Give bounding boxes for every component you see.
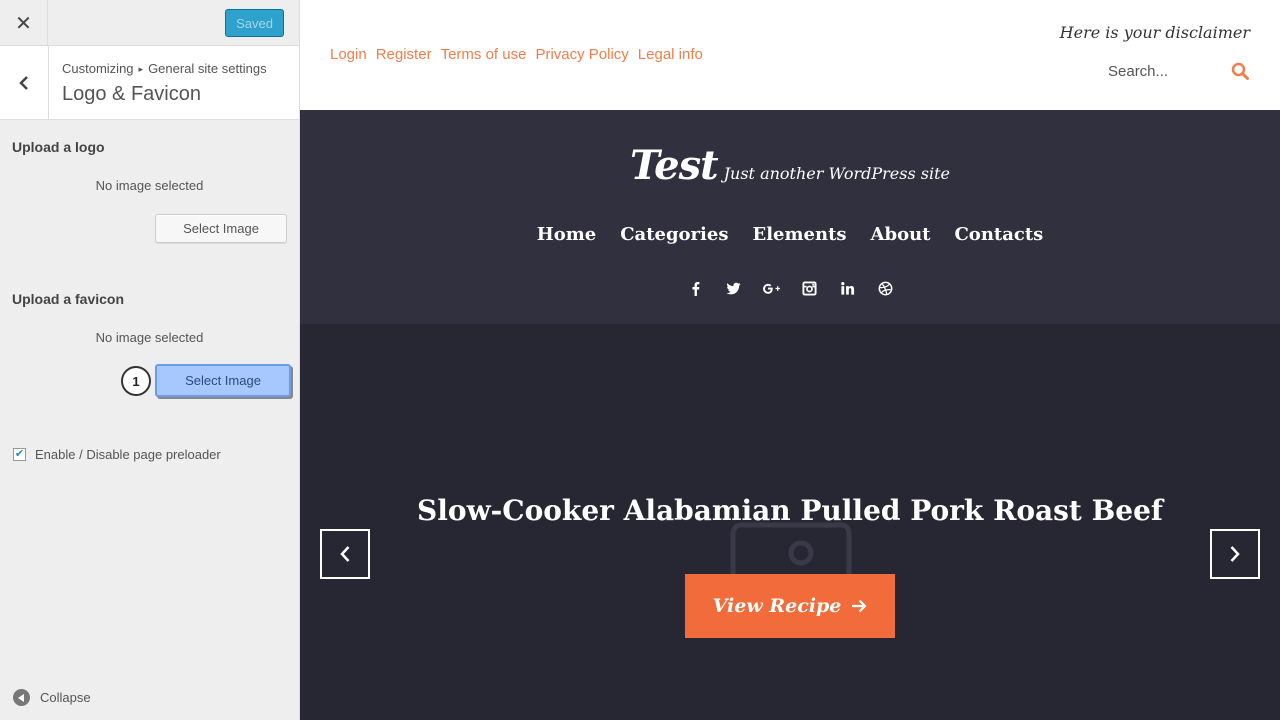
chevron-left-icon: [19, 75, 28, 90]
privacy-link[interactable]: Privacy Policy: [535, 46, 628, 63]
twitter-icon[interactable]: [714, 278, 752, 298]
site-tagline: Just another WordPress site: [723, 164, 950, 183]
social-links: [300, 278, 1280, 298]
linkedin-icon[interactable]: [828, 278, 866, 298]
section-header: Customizing ▸ General site settings Logo &…: [0, 46, 299, 120]
register-link[interactable]: Register: [376, 46, 432, 63]
view-recipe-button[interactable]: View Recipe: [685, 574, 895, 638]
slider-next-button[interactable]: [1210, 529, 1260, 579]
select-favicon-button[interactable]: Select Image: [155, 364, 291, 397]
preloader-label: Enable / Disable page preloader: [35, 447, 221, 462]
upload-logo-title: Upload a logo: [12, 139, 105, 155]
customizer-sidebar: ✕ Saved Customizing ▸ General site setting…: [0, 0, 300, 720]
close-customizer-button[interactable]: ✕: [0, 0, 48, 46]
instagram-icon[interactable]: [790, 278, 828, 298]
back-button[interactable]: [0, 46, 49, 119]
login-link[interactable]: Login: [330, 46, 367, 63]
site-header: Test Just another WordPress site Home Cat…: [300, 110, 1280, 324]
breadcrumb-item: General site settings: [148, 61, 267, 76]
breadcrumb-item: Customizing: [62, 61, 134, 76]
logo-status: No image selected: [95, 178, 204, 193]
hero-slider: Slow-Cooker Alabamian Pulled Pork Roast …: [300, 324, 1280, 720]
collapse-button[interactable]: Collapse: [13, 689, 91, 706]
checkmark-icon: ✔: [14, 448, 25, 460]
step-badge: 1: [121, 366, 151, 396]
site-name[interactable]: Test: [630, 142, 719, 189]
site-brand: Test Just another WordPress site: [300, 142, 1280, 189]
breadcrumb-separator-icon: ▸: [138, 64, 144, 74]
google-plus-icon[interactable]: [752, 278, 790, 298]
slider-prev-button[interactable]: [320, 529, 370, 579]
search-icon[interactable]: [1231, 62, 1249, 80]
main-nav: Home Categories Elements About Contacts: [300, 224, 1280, 245]
facebook-icon[interactable]: [676, 278, 714, 298]
site-preview: Login Register Terms of use Privacy Poli…: [300, 0, 1280, 720]
chevron-left-icon: [340, 546, 350, 562]
nav-item-home[interactable]: Home: [537, 224, 597, 245]
search-input[interactable]: [1108, 60, 1228, 82]
preloader-toggle[interactable]: ✔ Enable / Disable page preloader: [13, 447, 221, 462]
chevron-right-icon: [1230, 546, 1240, 562]
collapse-arrow-icon: [13, 689, 30, 706]
select-logo-button[interactable]: Select Image: [155, 214, 287, 243]
dribbble-icon[interactable]: [866, 278, 904, 298]
nav-item-about[interactable]: About: [871, 224, 931, 245]
disclaimer-text: Here is your disclaimer: [1059, 23, 1250, 42]
nav-item-elements[interactable]: Elements: [752, 224, 846, 245]
arrow-right-icon: [852, 599, 867, 613]
favicon-status: No image selected: [95, 330, 204, 345]
preloader-checkbox[interactable]: ✔: [13, 448, 26, 461]
hero-title: Slow-Cooker Alabamian Pulled Pork Roast …: [417, 494, 1163, 527]
top-links: Login Register Terms of use Privacy Poli…: [330, 46, 712, 63]
terms-link[interactable]: Terms of use: [441, 46, 527, 63]
view-recipe-label: View Recipe: [712, 595, 842, 617]
legal-link[interactable]: Legal info: [638, 46, 703, 63]
close-icon: ✕: [15, 12, 32, 35]
site-topbar: Login Register Terms of use Privacy Poli…: [300, 0, 1280, 110]
saved-button[interactable]: Saved: [225, 9, 284, 37]
section-title: Logo & Favicon: [62, 83, 201, 105]
upload-favicon-title: Upload a favicon: [12, 291, 125, 307]
nav-item-categories[interactable]: Categories: [620, 224, 728, 245]
collapse-label: Collapse: [40, 690, 91, 705]
nav-item-contacts[interactable]: Contacts: [954, 224, 1043, 245]
customizer-topbar: ✕ Saved: [0, 0, 299, 46]
breadcrumb: Customizing ▸ General site settings: [62, 61, 267, 76]
